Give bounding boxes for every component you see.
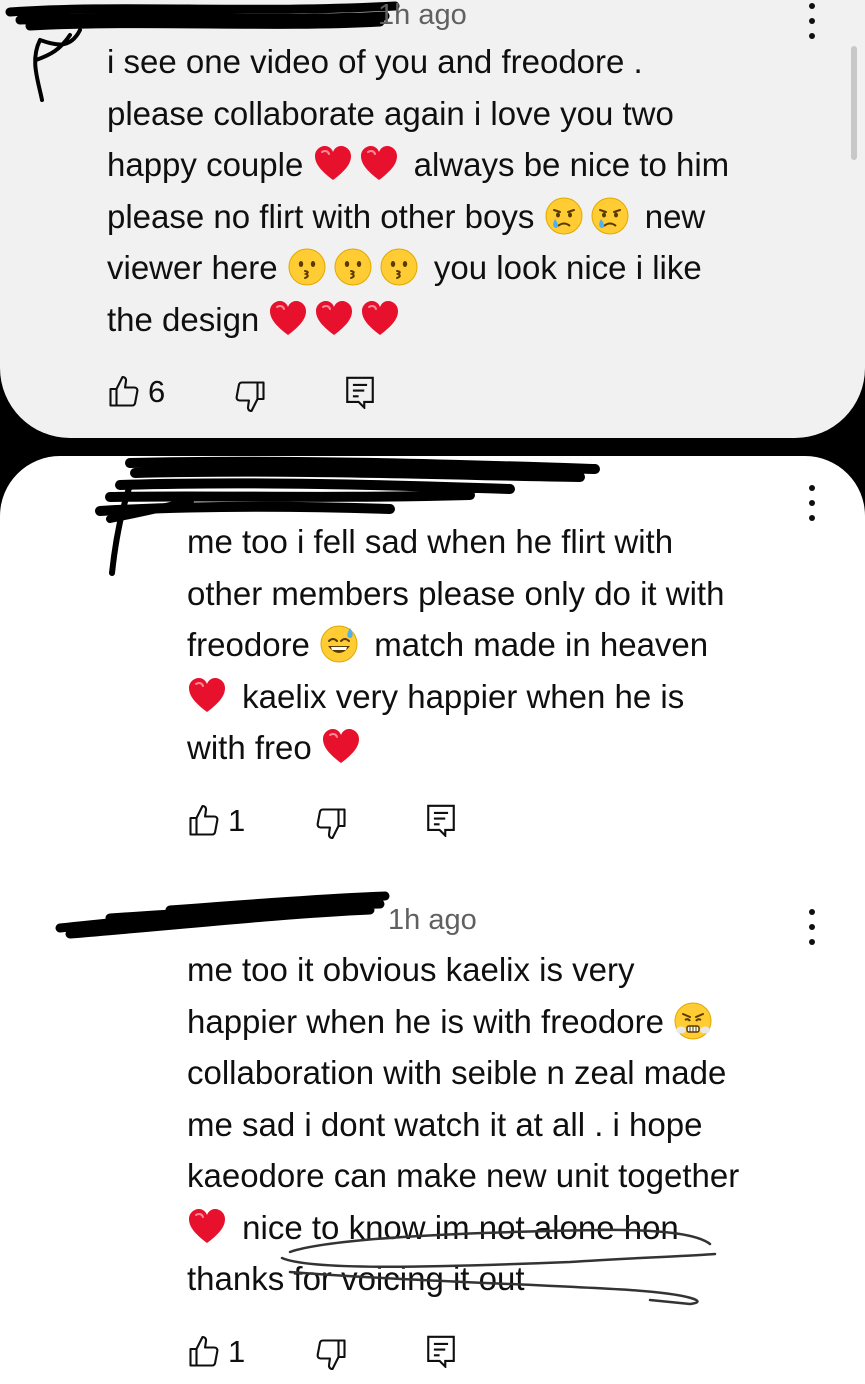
comment-1-text: i see one video of you and freodore . ple… (107, 36, 729, 345)
red-heart-emoji-icon (187, 676, 227, 716)
like-count: 1 (228, 803, 246, 838)
comment-text-segment: other members please only do it with (187, 574, 725, 612)
reply-1-text: me too i fell sad when he flirt with othe… (187, 516, 724, 774)
pen-scribble (280, 1228, 717, 1306)
comment-text-segment: kaelix very happier when he is (233, 677, 685, 715)
comment-text-segment: collaboration with seible n zeal made (187, 1054, 727, 1091)
red-heart-emoji-icon (360, 299, 400, 339)
thumbs-up-icon (189, 1335, 219, 1367)
scrollbar[interactable] (851, 46, 857, 160)
comment-line: me too i fell sad when he flirt with (187, 516, 724, 568)
comment-text-segment: match made in heaven (365, 626, 709, 663)
kissing-face-emoji-icon (287, 247, 327, 287)
red-heart-emoji-icon (359, 144, 399, 184)
like-button[interactable]: 1 (186, 1334, 245, 1370)
comment-line: with freo (187, 722, 724, 774)
comment-line: collaboration with seible n zeal made (187, 1047, 739, 1099)
steam-nose-face-emoji-icon (673, 1001, 713, 1041)
comment-text-segment: the design (107, 300, 269, 338)
redaction-scribble (55, 891, 390, 939)
comment-1-timestamp: 1h ago (378, 0, 467, 31)
reply-comment-icon (346, 376, 374, 409)
comment-text-segment: i see one video of you and freodore . (107, 43, 643, 80)
comment-line: me too it obvious kaelix is very (187, 944, 739, 996)
comment-text-segment: happier when he is with freodore (187, 1002, 674, 1040)
comment-line: other members please only do it with (187, 568, 724, 620)
crying-face-emoji-icon (544, 196, 584, 236)
comment-text-segment: please no flirt with other boys (107, 197, 544, 235)
comment-line: kaelix very happier when he is (187, 671, 724, 723)
comment-line: happy couple always be nice to him (107, 139, 729, 191)
thumbs-down-icon (316, 808, 346, 840)
like-button[interactable]: 6 (106, 374, 165, 410)
comment-text-segment: new (635, 197, 706, 235)
more-vertical-icon[interactable] (802, 909, 822, 945)
comment-line: happier when he is with freodore (187, 996, 739, 1048)
comment-text-segment: happy couple (107, 146, 313, 183)
comment-line: kaeodore can make new unit together (187, 1150, 739, 1202)
comment-text-segment: you look nice i like (424, 249, 702, 286)
sweat-smile-face-emoji-icon (319, 624, 359, 664)
reply-comment-icon (427, 1335, 455, 1368)
comment-text-segment: freodore (187, 626, 320, 663)
thumbs-down-icon (316, 1339, 346, 1371)
reply-button[interactable] (425, 803, 457, 837)
comment-line: please no flirt with other boys new (107, 191, 729, 243)
comment-text-segment: me too it obvious kaelix is very (187, 951, 635, 988)
dislike-button[interactable] (313, 805, 349, 841)
reply-button[interactable] (344, 375, 376, 409)
like-count: 1 (228, 1334, 246, 1369)
red-heart-emoji-icon (268, 299, 308, 339)
dislike-button[interactable] (232, 378, 268, 414)
reply-comment-icon (427, 804, 455, 837)
comment-text-segment: kaeodore can make new unit together (187, 1157, 740, 1194)
thumbs-up-icon (189, 804, 219, 836)
thumbs-down-icon (235, 381, 265, 413)
dislike-button[interactable] (313, 1336, 349, 1372)
thumbs-up-icon (109, 375, 139, 407)
like-button[interactable]: 1 (186, 803, 245, 839)
comment-line: i see one video of you and freodore . (107, 36, 729, 88)
comment-line: viewer here you look nice i like (107, 242, 729, 294)
comment-line: the design (107, 294, 729, 346)
comment-line: freodore match made in heaven (187, 619, 724, 671)
crying-face-emoji-icon (590, 196, 630, 236)
kissing-face-emoji-icon (379, 247, 419, 287)
like-count: 6 (148, 374, 166, 409)
comment-line: please collaborate again i love you two (107, 88, 729, 140)
reply-2-timestamp: 1h ago (388, 904, 477, 936)
comment-text-segment: with freo (187, 729, 321, 766)
more-vertical-icon[interactable] (802, 485, 822, 521)
comment-text-segment: always be nice to him (404, 146, 730, 183)
comment-text-segment: me too i fell sad when he flirt with (187, 523, 674, 560)
more-vertical-icon[interactable] (802, 3, 822, 39)
red-heart-emoji-icon (321, 727, 361, 767)
reply-button[interactable] (425, 1334, 457, 1368)
comment-text-segment: me sad i dont watch it at all . i hope (187, 1105, 703, 1143)
red-heart-emoji-icon (314, 299, 354, 339)
comment-line: me sad i dont watch it at all . i hope (187, 1099, 739, 1151)
kissing-face-emoji-icon (333, 247, 373, 287)
comment-text-segment: please collaborate again i love you two (107, 94, 674, 132)
red-heart-emoji-icon (187, 1207, 227, 1247)
red-heart-emoji-icon (313, 144, 353, 184)
comment-text-segment: viewer here (107, 249, 287, 286)
